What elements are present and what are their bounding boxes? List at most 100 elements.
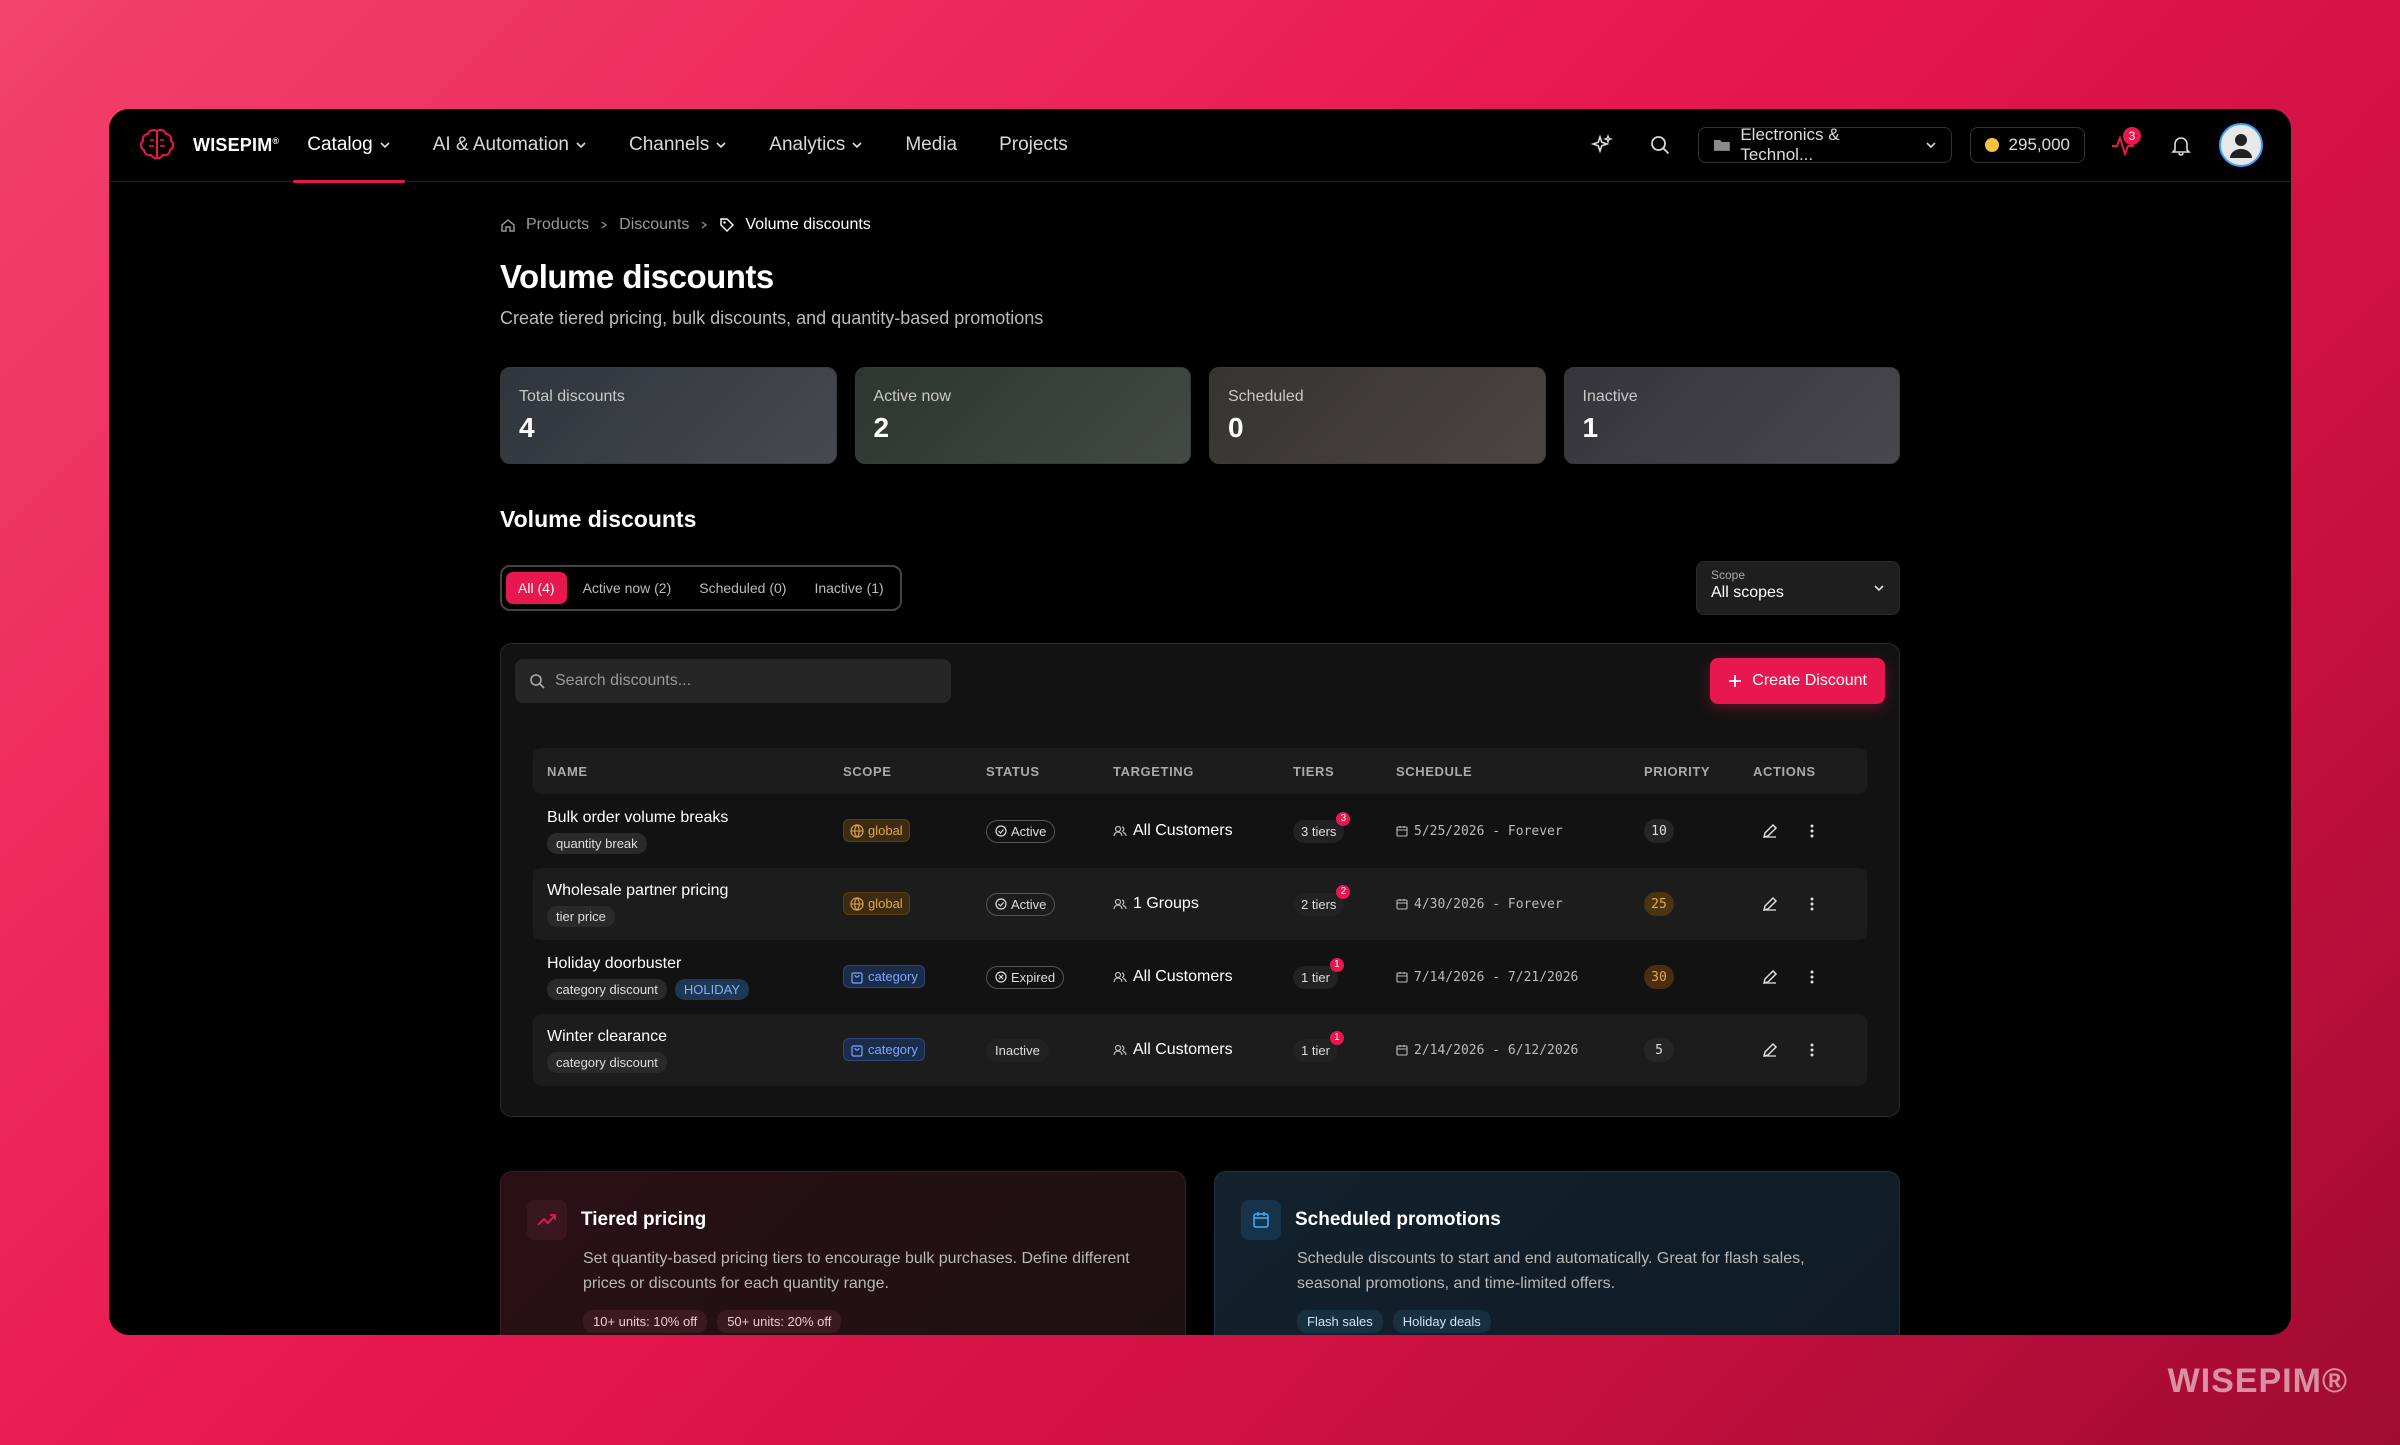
users-icon [1113, 898, 1127, 910]
table-header: NAME SCOPE STATUS TARGETING TIERS SCHEDU… [533, 748, 1867, 794]
stat-total: Total discounts 4 [500, 367, 837, 464]
scope-badge: category [843, 1038, 925, 1062]
discount-name[interactable]: Winter clearance [547, 1028, 843, 1046]
credits-balance[interactable]: 295,000 [1969, 127, 2085, 163]
schedule: 4/30/2026 - Forever [1396, 897, 1644, 912]
col-targeting[interactable]: TARGETING [1113, 764, 1293, 779]
check-circle-icon [995, 825, 1007, 837]
discount-tag: category discount [547, 1051, 667, 1073]
chevron-down-icon [852, 142, 862, 149]
search-placeholder: Search discounts... [555, 672, 692, 689]
tier-count-badge: 1 [1329, 957, 1344, 972]
chevron-down-icon [380, 142, 390, 149]
discount-name[interactable]: Bulk order volume breaks [547, 809, 843, 827]
chevron-right-icon [601, 221, 608, 229]
discount-tag: quantity break [547, 832, 647, 854]
activity-badge: 3 [2123, 127, 2141, 145]
more-vertical-icon[interactable] [1809, 895, 1815, 913]
chevron-down-icon [1874, 585, 1884, 592]
calendar-icon [1241, 1200, 1281, 1240]
edit-pencil-icon[interactable] [1761, 895, 1779, 913]
schedule: 7/14/2026 - 7/21/2026 [1396, 970, 1644, 985]
main-nav: Catalog AI & Automation Channels Analyti… [293, 109, 1095, 183]
col-scope[interactable]: SCOPE [843, 764, 986, 779]
nav-media[interactable]: Media [891, 109, 971, 182]
coin-icon [1984, 138, 1999, 152]
stat-active: Active now 2 [854, 367, 1191, 464]
ai-sparkle-icon[interactable] [1582, 125, 1622, 165]
discount-name[interactable]: Wholesale partner pricing [547, 882, 843, 900]
nav-ai-automation[interactable]: AI & Automation [419, 109, 601, 182]
nav-analytics[interactable]: Analytics [755, 109, 877, 182]
col-schedule[interactable]: SCHEDULE [1396, 764, 1644, 779]
scope-value: All scopes [1711, 584, 1784, 601]
check-circle-icon [995, 898, 1007, 910]
more-vertical-icon[interactable] [1809, 1041, 1815, 1059]
user-icon [2230, 134, 2252, 158]
page-title: Volume discounts [500, 258, 774, 295]
table-row[interactable]: Holiday doorbuster category discount HOLI… [533, 941, 1867, 1013]
search-icon[interactable] [1640, 125, 1680, 165]
folder-icon [1713, 140, 1730, 151]
card-tag: Flash sales [1297, 1310, 1383, 1333]
main-content: Products Discounts Volume discounts Volu… [500, 182, 1900, 1335]
col-status[interactable]: STATUS [986, 764, 1113, 779]
discount-name[interactable]: Holiday doorbuster [547, 955, 843, 973]
trending-up-icon [527, 1200, 567, 1240]
info-card-tiered-pricing: Tiered pricing Set quantity-based pricin… [500, 1171, 1186, 1335]
breadcrumb-discounts[interactable]: Discounts [619, 216, 689, 234]
nav-projects[interactable]: Projects [985, 109, 1082, 182]
chevron-down-icon [716, 142, 726, 149]
more-vertical-icon[interactable] [1809, 968, 1815, 986]
scope-badge: category [843, 965, 925, 989]
tab-inactive[interactable]: Inactive (1) [802, 572, 895, 604]
col-actions: ACTIONS [1753, 763, 1816, 779]
card-tag: 50+ units: 20% off [717, 1310, 842, 1333]
edit-pencil-icon[interactable] [1761, 1041, 1779, 1059]
stat-inactive: Inactive 1 [1563, 367, 1900, 464]
users-icon [1113, 825, 1127, 837]
col-name[interactable]: NAME [547, 764, 843, 779]
card-description: Set quantity-based pricing tiers to enco… [583, 1250, 1130, 1292]
globe-icon [850, 824, 864, 838]
breadcrumb-products[interactable]: Products [526, 216, 589, 234]
home-icon [501, 219, 515, 232]
table-row[interactable]: Bulk order volume breaks quantity break … [533, 795, 1867, 867]
card-title: Scheduled promotions [1295, 1209, 1501, 1230]
edit-pencil-icon[interactable] [1761, 822, 1779, 840]
create-discount-button[interactable]: Create Discount [1710, 658, 1885, 704]
tiers-chip[interactable]: 2 tiers 2 [1293, 884, 1351, 916]
nav-channels[interactable]: Channels [615, 109, 741, 182]
section-title: Volume discounts [500, 506, 697, 532]
nav-right: Electronics & Technol... 295,000 3 [1582, 123, 2263, 167]
chevron-down-icon [576, 142, 586, 149]
tab-all[interactable]: All (4) [506, 572, 567, 604]
status-badge: Inactive [986, 1038, 1049, 1062]
brand-name: WISEPIM® [193, 134, 280, 155]
edit-pencil-icon[interactable] [1761, 968, 1779, 986]
table-row[interactable]: Winter clearance category discount categ… [533, 1014, 1867, 1086]
calendar-icon [1396, 826, 1408, 837]
tab-scheduled[interactable]: Scheduled (0) [687, 572, 798, 604]
user-avatar[interactable] [2219, 123, 2263, 167]
more-vertical-icon[interactable] [1809, 822, 1815, 840]
tab-active-now[interactable]: Active now (2) [571, 572, 684, 604]
tiers-chip[interactable]: 1 tier 1 [1293, 957, 1344, 989]
tiers-chip[interactable]: 1 tier 1 [1293, 1030, 1344, 1062]
activity-button[interactable]: 3 [2103, 125, 2143, 165]
workspace-selector[interactable]: Electronics & Technol... [1697, 125, 1952, 164]
nav-catalog[interactable]: Catalog [293, 109, 405, 183]
scope-label: Scope [1711, 568, 1746, 582]
table-row[interactable]: Wholesale partner pricing tier price glo… [533, 868, 1867, 940]
col-tiers[interactable]: TIERS [1293, 764, 1396, 779]
status-badge: Expired [986, 965, 1065, 989]
bell-icon[interactable] [2161, 125, 2201, 165]
calendar-icon [1396, 972, 1408, 983]
targeting: All Customers [1113, 968, 1293, 986]
scope-select[interactable]: Scope All scopes [1696, 561, 1900, 615]
priority-badge: 30 [1644, 965, 1674, 989]
col-priority[interactable]: PRIORITY [1644, 764, 1753, 779]
tiers-chip[interactable]: 3 tiers 3 [1293, 811, 1351, 843]
search-input[interactable]: Search discounts... [515, 659, 951, 703]
brain-logo-icon[interactable] [137, 125, 177, 165]
